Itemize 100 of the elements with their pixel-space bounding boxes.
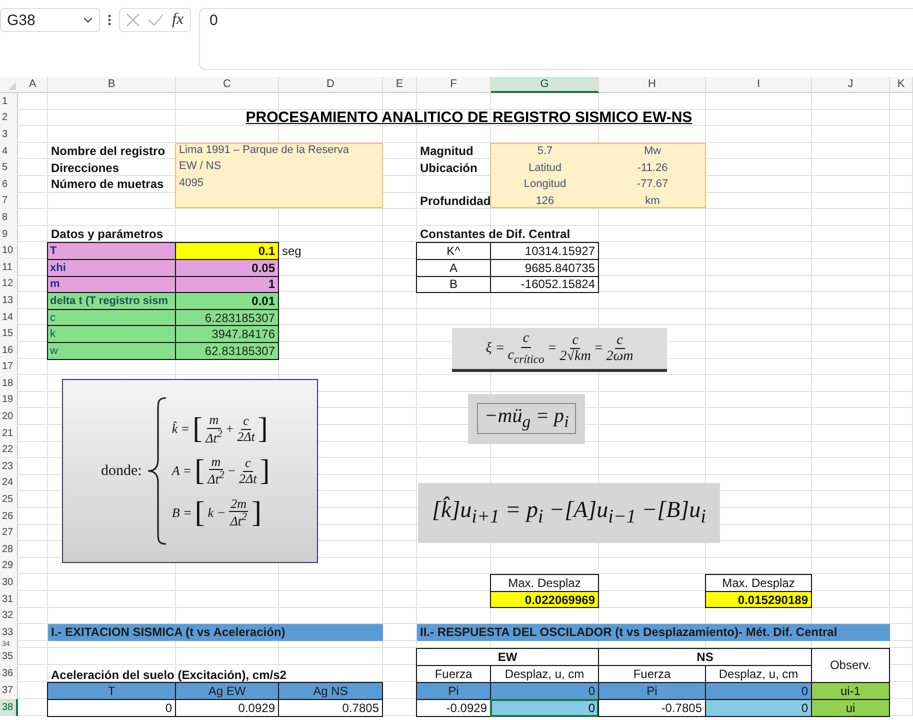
table-cell: 0.7805 bbox=[278, 698, 383, 717]
field-label: Profundidad bbox=[419, 192, 491, 210]
section-label: Datos y parámetros bbox=[50, 226, 164, 242]
row-header[interactable]: 33 bbox=[0, 624, 18, 641]
select-all-icon[interactable] bbox=[8, 82, 16, 90]
table-cell: ui-1 bbox=[811, 682, 890, 700]
row-header[interactable]: 16 bbox=[0, 342, 18, 358]
enter-icon[interactable] bbox=[148, 14, 164, 26]
row-header[interactable]: 1 bbox=[0, 93, 18, 110]
row-header[interactable]: 26 bbox=[0, 508, 18, 524]
row-header[interactable]: 8 bbox=[0, 209, 18, 226]
column-heading: Ag EW bbox=[175, 682, 279, 700]
row-header[interactable]: 12 bbox=[0, 276, 18, 292]
row-header[interactable]: 35 bbox=[0, 648, 18, 665]
row-header[interactable]: 9 bbox=[0, 226, 18, 242]
field-value: 4095 bbox=[178, 176, 204, 191]
column-heading: T bbox=[47, 682, 176, 700]
field-value: Mw bbox=[642, 144, 662, 160]
column-header[interactable]: G bbox=[491, 77, 599, 93]
field-value: -77.67 bbox=[636, 177, 670, 192]
row-header[interactable]: 22 bbox=[0, 441, 18, 458]
table-cell: 0 bbox=[705, 698, 812, 717]
parameter-value: 0.01 bbox=[175, 292, 279, 310]
row-header[interactable]: 3 bbox=[0, 126, 18, 143]
row-header[interactable]: 30 bbox=[0, 574, 18, 591]
row-header[interactable]: 10 bbox=[0, 242, 18, 259]
row-header[interactable]: 11 bbox=[0, 258, 18, 276]
field-value: EW / NS bbox=[178, 159, 222, 174]
cancel-icon[interactable] bbox=[126, 13, 140, 27]
row-header[interactable]: 19 bbox=[0, 392, 18, 408]
field-label: Número de muetras bbox=[50, 176, 165, 193]
column-header[interactable]: A bbox=[18, 77, 48, 93]
row-header[interactable]: 18 bbox=[0, 375, 18, 392]
section-header: I.- EXITACION SISMICA (t vs Aceleración) bbox=[48, 624, 383, 641]
row-header[interactable]: 31 bbox=[0, 590, 18, 608]
group-heading: EW bbox=[416, 648, 599, 666]
row-header[interactable]: 5 bbox=[0, 159, 18, 176]
table-cell: 9685.840735 bbox=[490, 258, 599, 277]
column-header[interactable]: H bbox=[599, 77, 706, 93]
row-header[interactable]: 7 bbox=[0, 192, 18, 210]
table-cell: A bbox=[416, 258, 491, 277]
column-header[interactable]: K bbox=[890, 77, 913, 93]
table-cell: 10314.15927 bbox=[490, 242, 599, 260]
column-header[interactable]: D bbox=[279, 77, 383, 93]
row-header[interactable]: 24 bbox=[0, 474, 18, 492]
row-header[interactable]: 6 bbox=[0, 176, 18, 193]
row-header[interactable]: 28 bbox=[0, 541, 18, 558]
row-header[interactable]: 36 bbox=[0, 664, 18, 682]
field-label: Ubicación bbox=[419, 160, 478, 176]
field-value: Longitud bbox=[522, 177, 568, 192]
row-header[interactable]: 20 bbox=[0, 408, 18, 425]
row-header[interactable]: 37 bbox=[0, 682, 18, 699]
row-header[interactable]: 21 bbox=[0, 424, 18, 442]
row-header[interactable]: 29 bbox=[0, 558, 18, 574]
equation: −mü$_{g}$ = p$_{i}$ bbox=[477, 403, 576, 434]
table-cell: 0 bbox=[490, 698, 599, 717]
table-cell: 0 bbox=[490, 682, 599, 700]
row-header[interactable]: 27 bbox=[0, 524, 18, 542]
max-value: 0.015290189 bbox=[705, 590, 812, 608]
caret-icon bbox=[83, 17, 93, 23]
column-heading: Ag NS bbox=[278, 682, 383, 700]
column-header[interactable]: F bbox=[417, 77, 491, 93]
column-header[interactable]: B bbox=[48, 77, 176, 93]
formula-input[interactable]: 0 bbox=[198, 8, 913, 70]
table-cell: 0 bbox=[705, 682, 812, 700]
formula-text: donde: bbox=[101, 462, 142, 480]
parameter-value: 62.83185307 bbox=[175, 342, 279, 360]
row-header[interactable]: 25 bbox=[0, 491, 18, 508]
row-header[interactable]: 17 bbox=[0, 358, 18, 376]
row-header[interactable]: 15 bbox=[0, 325, 18, 342]
column-header[interactable]: I bbox=[706, 77, 812, 93]
max-label: Max. Desplaz bbox=[490, 574, 599, 592]
table-cell: -16052.15824 bbox=[490, 276, 599, 294]
more-icon[interactable] bbox=[108, 14, 111, 26]
section-label: Constantes de Dif. Central bbox=[419, 226, 572, 242]
row-header[interactable]: 23 bbox=[0, 458, 18, 475]
column-heading: Fuerza bbox=[416, 664, 491, 683]
section-header: II.- RESPUESTA DEL OSCILADOR (t vs Desplazamiento)- Mét. Dif. Central bbox=[417, 624, 890, 641]
column-header[interactable]: C bbox=[176, 77, 279, 93]
row-header[interactable]: 4 bbox=[0, 142, 18, 160]
parameter-label: k bbox=[47, 325, 176, 343]
parameter-value: 3947.84176 bbox=[175, 325, 279, 343]
column-header[interactable]: J bbox=[812, 77, 890, 93]
max-label: Max. Desplaz bbox=[705, 574, 812, 592]
parameter-value: 0.1 bbox=[175, 242, 279, 260]
insert-function-button[interactable]: fx bbox=[172, 11, 184, 29]
row-header[interactable]: 32 bbox=[0, 607, 18, 624]
column-header[interactable]: E bbox=[383, 77, 417, 93]
sheet-title: PROCESAMIENTO ANALITICO DE REGISTRO SISMICO EW-NS bbox=[244, 109, 694, 126]
field-value: 126 bbox=[534, 194, 556, 209]
table-cell: 0 bbox=[47, 698, 176, 717]
row-header[interactable]: 38 bbox=[0, 698, 18, 716]
table-cell: Pi bbox=[598, 682, 706, 700]
group-heading: NS bbox=[598, 648, 812, 666]
field-label: Magnitud bbox=[419, 143, 474, 160]
row-header[interactable]: 13 bbox=[0, 292, 18, 309]
field-value: -11.26 bbox=[636, 160, 669, 176]
name-box[interactable]: G38 bbox=[0, 8, 100, 32]
row-header[interactable]: 14 bbox=[0, 308, 18, 326]
row-header[interactable]: 2 bbox=[0, 110, 18, 126]
